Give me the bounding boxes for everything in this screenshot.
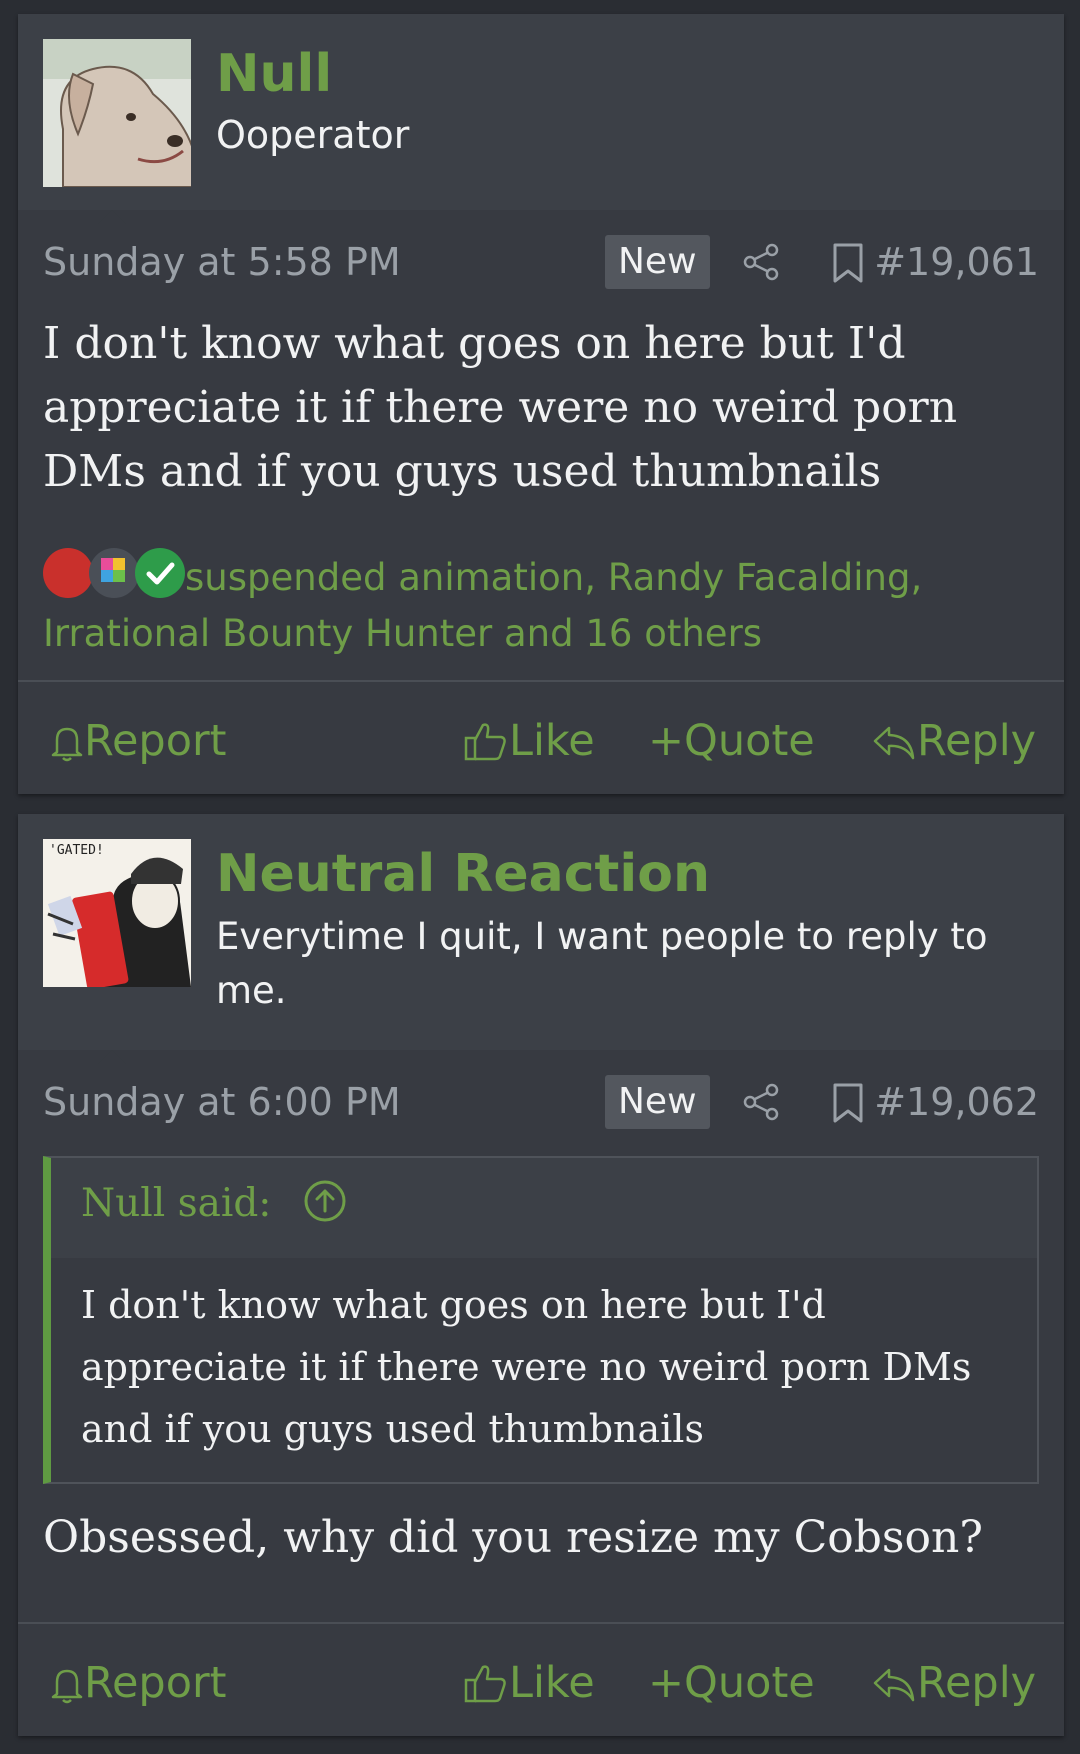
report-button[interactable]: Report [50, 706, 227, 776]
report-label: Report [84, 716, 227, 766]
puzzle-reaction-icon [89, 548, 139, 598]
reply-label: Reply [917, 1658, 1037, 1708]
bookmark-icon[interactable] [830, 242, 866, 284]
report-label: Report [84, 1658, 227, 1708]
dog-avatar-icon[interactable] [43, 39, 191, 187]
post-header: Null Ooperator [18, 14, 1064, 224]
arrow-up-circle-icon[interactable] [302, 1178, 348, 1224]
avatar-caption: 'GATED! [49, 843, 104, 858]
post-number[interactable]: #19,061 [874, 240, 1039, 284]
divider [18, 680, 1064, 682]
post-meta: Sunday at 6:00 PM New #19,062 [43, 1072, 1039, 1132]
quote-author: Null said: [81, 1181, 272, 1226]
like-label: Like [509, 716, 595, 766]
quote-button[interactable]: +Quote [648, 706, 815, 776]
reply-button[interactable]: Reply [871, 706, 1036, 776]
bell-icon [51, 727, 83, 762]
post-date[interactable]: Sunday at 5:58 PM [43, 240, 401, 284]
share-icon[interactable] [741, 1082, 781, 1122]
quote-text: I don't know what goes on here but I'd a… [81, 1283, 972, 1451]
quote-attribution[interactable]: Null said: [81, 1178, 348, 1226]
new-badge: New [605, 235, 710, 289]
post-number[interactable]: #19,062 [874, 1080, 1039, 1124]
plus-icon: + [648, 716, 685, 766]
quote-label: Quote [684, 1658, 815, 1708]
header-notch [98, 1050, 126, 1064]
heart-reaction-icon [43, 548, 93, 598]
report-button[interactable]: Report [50, 1648, 227, 1718]
reaction-icons [43, 544, 185, 600]
new-badge: New [605, 1075, 710, 1129]
header-notch [98, 210, 126, 224]
bell-icon [51, 1669, 83, 1704]
thumbs-up-icon [464, 1665, 506, 1703]
like-button[interactable]: Like [463, 1648, 595, 1718]
quote-label: Quote [684, 716, 815, 766]
reply-button[interactable]: Reply [871, 1648, 1036, 1718]
cartoon-avatar-icon[interactable]: 'GATED! [43, 839, 191, 987]
like-button[interactable]: Like [463, 706, 595, 776]
reply-arrow-icon [873, 1668, 915, 1702]
post-message: I don't know what goes on here but I'd a… [43, 318, 958, 497]
bookmark-icon[interactable] [830, 1082, 866, 1124]
check-reaction-icon [135, 548, 185, 598]
like-label: Like [509, 1658, 595, 1708]
quote-block: Null said: I don't know what goes on her… [43, 1156, 1039, 1484]
user-title: Ooperator [216, 113, 410, 157]
thumbs-up-icon [464, 723, 506, 761]
share-icon[interactable] [741, 242, 781, 282]
post-actions: Report Like +Quote Reply [18, 1648, 1064, 1718]
quote-button[interactable]: +Quote [648, 1648, 815, 1718]
post-19061: Null Ooperator Sunday at 5:58 PM New #19… [18, 14, 1064, 794]
post-date[interactable]: Sunday at 6:00 PM [43, 1080, 401, 1124]
post-header: 'GATED! Neutral Reaction Everytime I qui… [18, 814, 1064, 1064]
quote-header[interactable]: Null said: [51, 1158, 1037, 1258]
post-19062: 'GATED! Neutral Reaction Everytime I qui… [18, 814, 1064, 1736]
divider [18, 1622, 1064, 1624]
reactions-bar[interactable]: suspended animation, Randy Facalding, Ir… [43, 544, 1039, 662]
user-title: Everytime I quit, I want people to reply… [216, 915, 988, 1012]
username[interactable]: Null [216, 44, 332, 104]
reply-arrow-icon [873, 726, 915, 760]
plus-icon: + [648, 1658, 685, 1708]
reply-label: Reply [917, 716, 1037, 766]
username[interactable]: Neutral Reaction [216, 844, 710, 904]
post-actions: Report Like +Quote Reply [18, 706, 1064, 776]
post-meta: Sunday at 5:58 PM New #19,061 [43, 232, 1039, 292]
post-message: Obsessed, why did you resize my Cobson? [43, 1512, 983, 1563]
